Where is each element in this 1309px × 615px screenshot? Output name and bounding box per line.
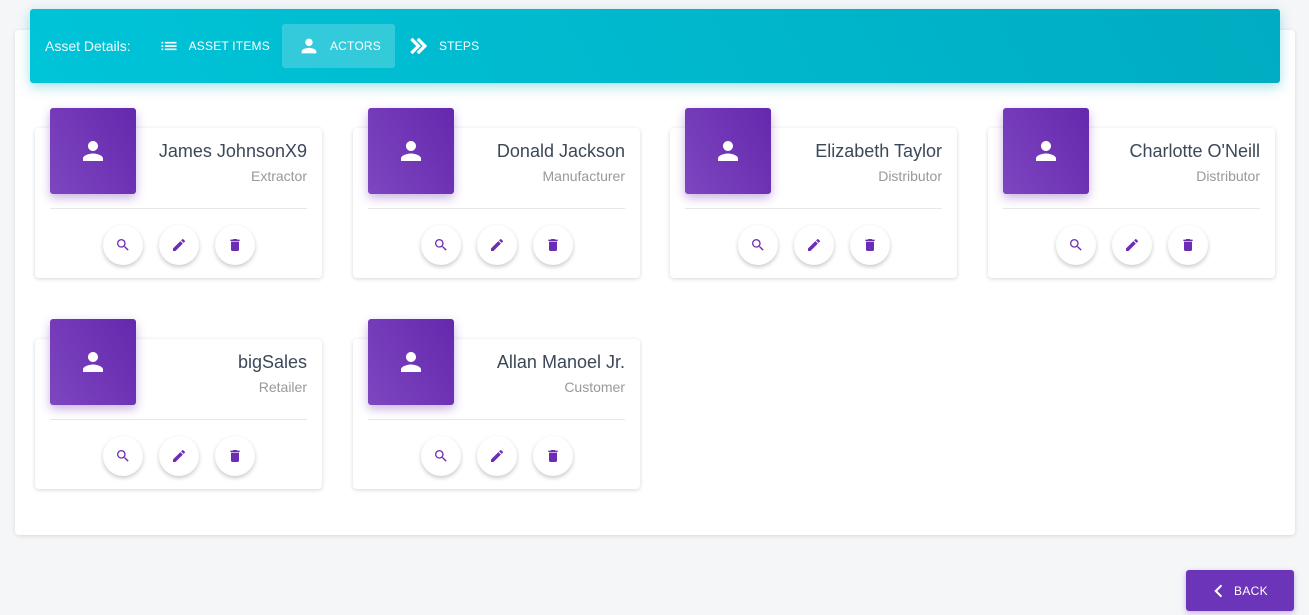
delete-actor-button[interactable]: [1167, 225, 1208, 265]
back-button-label: BACK: [1234, 583, 1268, 598]
view-actor-button[interactable]: [1055, 225, 1096, 265]
search-icon: [116, 450, 129, 462]
edit-actor-button[interactable]: [158, 436, 199, 476]
card-divider: [685, 208, 942, 209]
view-actor-button[interactable]: [420, 436, 461, 476]
tab-actors-label: ACTORS: [329, 39, 381, 53]
actor-role: Distributor: [1196, 168, 1260, 184]
search-icon: [1069, 239, 1082, 251]
edit-actor-button[interactable]: [476, 436, 517, 476]
edit-icon: [172, 449, 185, 462]
delete-icon: [229, 450, 240, 462]
actor-avatar: [1003, 108, 1089, 194]
card-actions: [670, 225, 957, 265]
tab-actors[interactable]: ACTORS: [281, 24, 395, 68]
actor-avatar: [685, 108, 771, 194]
actor-role: Distributor: [878, 168, 942, 184]
delete-icon: [1182, 239, 1193, 251]
actor-role: Extractor: [250, 168, 307, 184]
search-icon: [751, 239, 764, 251]
actor-name: James JohnsonX9: [158, 141, 307, 161]
actor-avatar: [50, 319, 136, 405]
asset-details-tabbar: Asset Details: ASSET ITEMS ACTORS STEPS: [30, 9, 1280, 83]
view-actor-button[interactable]: [420, 225, 461, 265]
edit-icon: [490, 238, 503, 251]
edit-icon: [490, 449, 503, 462]
tabbar-caption: Asset Details:: [45, 38, 131, 54]
person-icon: [1036, 141, 1056, 161]
view-actor-button[interactable]: [102, 436, 143, 476]
list-icon: [161, 41, 177, 51]
card-actions: [353, 225, 640, 265]
search-icon: [116, 239, 129, 251]
edit-actor-button[interactable]: [1111, 225, 1152, 265]
delete-icon: [547, 239, 558, 251]
card-actions: [988, 225, 1275, 265]
actor-card: bigSales Retailer: [35, 319, 322, 489]
tab-asset-items-label: ASSET ITEMS: [188, 39, 270, 53]
card-divider: [50, 208, 307, 209]
delete-icon: [547, 450, 558, 462]
actor-role: Customer: [564, 379, 625, 395]
card-divider: [50, 419, 307, 420]
card-actions: [353, 436, 640, 476]
view-actor-button[interactable]: [102, 225, 143, 265]
actor-card: Charlotte O'Neill Distributor: [988, 108, 1275, 278]
delete-actor-button[interactable]: [214, 225, 255, 265]
card-actions: [35, 225, 322, 265]
person-icon: [401, 141, 421, 161]
edit-actor-button[interactable]: [158, 225, 199, 265]
edit-icon: [1125, 238, 1138, 251]
double-chevron-right-icon: [410, 37, 428, 55]
chevron-left-icon: [1214, 584, 1223, 597]
tab-asset-items[interactable]: ASSET ITEMS: [147, 24, 282, 68]
edit-actor-button[interactable]: [476, 225, 517, 265]
card-divider: [1003, 208, 1260, 209]
edit-icon: [172, 238, 185, 251]
card-actions: [35, 436, 322, 476]
actor-card: James JohnsonX9 Extractor: [35, 108, 322, 278]
search-icon: [434, 450, 447, 462]
delete-actor-button[interactable]: [532, 225, 573, 265]
actor-name: Donald Jackson: [496, 141, 625, 161]
actor-role: Manufacturer: [542, 168, 625, 184]
card-divider: [368, 419, 625, 420]
person-icon: [401, 352, 421, 372]
delete-actor-button[interactable]: [532, 436, 573, 476]
view-actor-button[interactable]: [737, 225, 778, 265]
actor-name: Elizabeth Taylor: [815, 141, 942, 161]
actor-name: Allan Manoel Jr.: [496, 352, 625, 372]
person-icon: [301, 38, 317, 54]
delete-actor-button[interactable]: [214, 436, 255, 476]
actor-name: bigSales: [237, 352, 307, 372]
back-button[interactable]: BACK: [1186, 570, 1294, 611]
actor-avatar: [368, 108, 454, 194]
delete-icon: [864, 239, 875, 251]
person-icon: [83, 352, 103, 372]
actor-card: Donald Jackson Manufacturer: [353, 108, 640, 278]
actor-role: Retailer: [258, 379, 307, 395]
person-icon: [83, 141, 103, 161]
edit-icon: [807, 238, 820, 251]
search-icon: [434, 239, 447, 251]
card-divider: [368, 208, 625, 209]
tab-steps-label: STEPS: [438, 39, 480, 53]
delete-actor-button[interactable]: [849, 225, 890, 265]
edit-actor-button[interactable]: [793, 225, 834, 265]
actor-name: Charlotte O'Neill: [1129, 141, 1260, 161]
actor-card: Elizabeth Taylor Distributor: [670, 108, 957, 278]
delete-icon: [229, 239, 240, 251]
actor-avatar: [368, 319, 454, 405]
person-icon: [718, 141, 738, 161]
actor-card: Allan Manoel Jr. Customer: [353, 319, 640, 489]
tab-steps[interactable]: STEPS: [395, 24, 491, 68]
actor-avatar: [50, 108, 136, 194]
